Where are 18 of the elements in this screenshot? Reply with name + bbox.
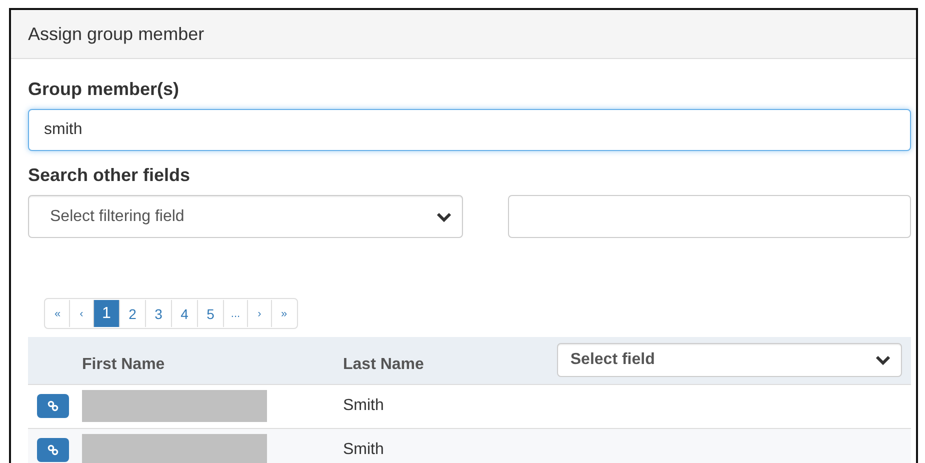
page-button[interactable]: 1 [94,300,120,327]
table-cell: Smith [343,441,384,458]
field-dropdown[interactable]: Select field [557,343,902,378]
section-label: Search other fields [28,165,192,186]
table-cell: Smith [343,397,384,414]
input-field[interactable]: smith [28,109,911,151]
input-field[interactable] [508,195,911,238]
chevron-down-icon [436,210,452,222]
field-label: Group member(s) [28,79,180,100]
filter-dropdown[interactable]: Select filtering field [28,195,462,238]
column-header: First Name [82,356,165,372]
column-header: Last Name [343,356,424,372]
link-button[interactable] [37,394,69,418]
chevron-down-icon [875,354,891,366]
link-button[interactable] [37,438,69,462]
link-icon [47,400,59,412]
link-icon [47,444,59,456]
panel-title: Assign group member [28,24,204,44]
